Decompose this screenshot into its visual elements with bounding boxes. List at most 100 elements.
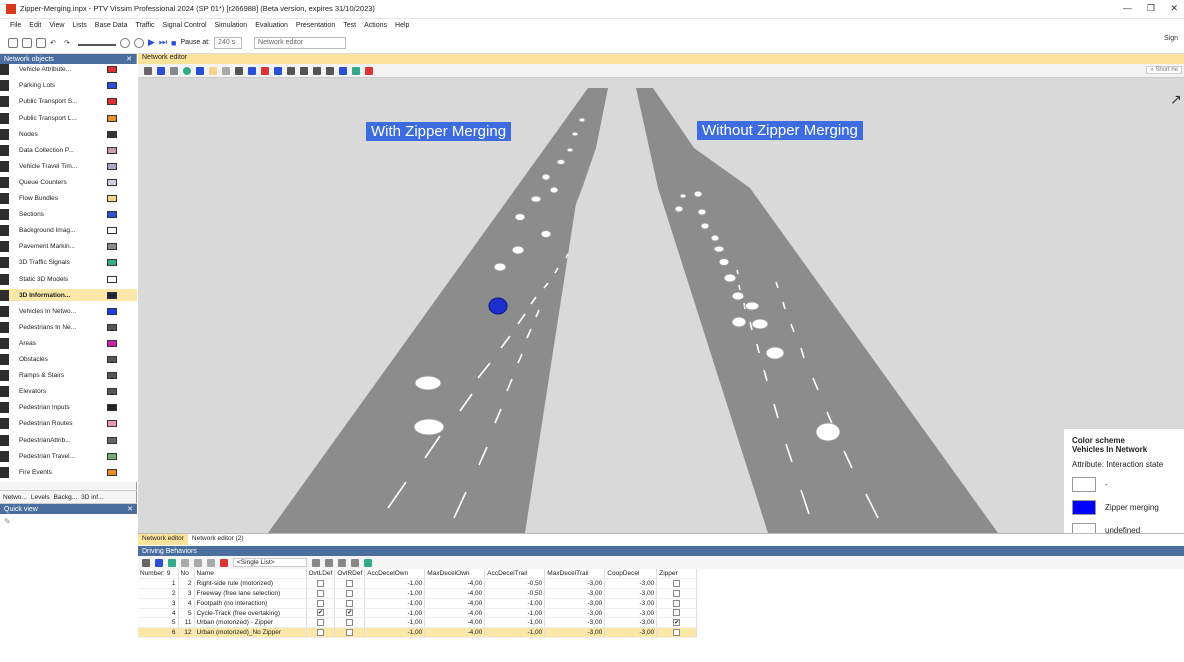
- table-cell[interactable]: 11: [178, 617, 195, 629]
- graphic-parameter-swatch[interactable]: [107, 130, 117, 138]
- checkbox[interactable]: ✔: [346, 609, 354, 617]
- zoom-extents-icon[interactable]: [261, 66, 269, 75]
- hand-icon[interactable]: [235, 66, 243, 75]
- network-object-item[interactable]: Static 3D Models: [0, 273, 137, 285]
- checkbox-cell[interactable]: [334, 598, 366, 609]
- column-header[interactable]: AccDecelTrail: [484, 569, 546, 580]
- menu-item-evaluation[interactable]: Evaluation: [255, 22, 288, 29]
- screenshot-icon[interactable]: [365, 66, 373, 75]
- network-object-item[interactable]: Pedestrian Travel...: [0, 450, 137, 462]
- speed-slider[interactable]: [78, 40, 116, 46]
- signal-settings-icon[interactable]: [134, 37, 144, 48]
- checkbox[interactable]: [316, 589, 324, 597]
- graphic-parameter-swatch[interactable]: [107, 339, 117, 347]
- checkbox-cell[interactable]: ✔: [306, 608, 336, 619]
- graphic-parameter-swatch[interactable]: [107, 404, 117, 412]
- graphic-parameter-swatch[interactable]: [107, 291, 117, 299]
- table-cell[interactable]: -4,00: [424, 598, 486, 609]
- column-header[interactable]: Name: [194, 569, 307, 580]
- undo-icon[interactable]: ↶: [50, 39, 60, 47]
- short-help-button[interactable]: » Short he: [1146, 66, 1182, 74]
- zoom-icon[interactable]: [248, 66, 256, 75]
- forward-icon[interactable]: [313, 66, 321, 75]
- open-file-icon[interactable]: [22, 37, 32, 48]
- stop-icon[interactable]: ■: [171, 38, 176, 48]
- table-cell[interactable]: -3,00: [544, 627, 606, 639]
- table-cell[interactable]: 4: [178, 598, 195, 609]
- checkbox-cell[interactable]: [334, 627, 366, 639]
- checkbox[interactable]: [346, 619, 354, 627]
- checkbox[interactable]: ✔: [316, 609, 324, 617]
- quick-view-close-icon[interactable]: ✕: [127, 505, 133, 513]
- edit-icon[interactable]: [155, 558, 163, 567]
- table-cell[interactable]: -3,00: [604, 617, 658, 629]
- table-cell[interactable]: -1,00: [364, 598, 426, 609]
- export-icon[interactable]: [325, 558, 333, 567]
- copy-icon[interactable]: [209, 66, 217, 75]
- column-header[interactable]: No: [178, 569, 195, 580]
- table-cell[interactable]: -3,00: [604, 578, 658, 590]
- graphic-parameter-swatch[interactable]: [107, 323, 117, 331]
- checkbox-cell[interactable]: [334, 578, 366, 590]
- table-cell[interactable]: -3,00: [544, 617, 606, 629]
- checkbox-cell[interactable]: ✔: [656, 617, 698, 629]
- checkbox-cell[interactable]: [306, 588, 336, 599]
- checkbox[interactable]: [346, 580, 354, 588]
- table-cell[interactable]: -1,00: [484, 608, 546, 619]
- network-object-item[interactable]: 3D Information...: [0, 289, 137, 301]
- table-cell[interactable]: -0,50: [484, 578, 546, 590]
- menu-item-traffic[interactable]: Traffic: [135, 22, 154, 29]
- maximize-icon[interactable]: ❐: [1147, 3, 1155, 14]
- menu-item-lists[interactable]: Lists: [72, 22, 86, 29]
- graphic-parameter-swatch[interactable]: [107, 146, 117, 154]
- network-object-item[interactable]: Vehicle Travel Tim...: [0, 160, 137, 173]
- left-tab[interactable]: Levels: [31, 494, 50, 501]
- sign-in-button[interactable]: Sign: [1164, 35, 1178, 42]
- table-cell[interactable]: -4,00: [424, 627, 486, 639]
- minimize-icon[interactable]: —: [1123, 3, 1132, 13]
- network-object-item[interactable]: Pedestrian Routes: [0, 418, 137, 430]
- table-cell[interactable]: 5: [178, 608, 195, 619]
- table-cell[interactable]: 3: [178, 588, 195, 599]
- checkbox-cell[interactable]: ✔: [334, 608, 366, 619]
- table-row[interactable]: 3 4 Footpath (no interaction) -1,00 -4,00 -1,…: [138, 598, 698, 609]
- column-header[interactable]: Number: 9: [138, 569, 179, 580]
- graphic-parameter-swatch[interactable]: [107, 98, 117, 106]
- graphic-parameter-swatch[interactable]: [107, 82, 117, 90]
- table-cell[interactable]: -4,00: [424, 617, 486, 629]
- network-object-item[interactable]: Elevators: [0, 386, 137, 398]
- table-cell[interactable]: -3,00: [544, 608, 606, 619]
- menu-item-file[interactable]: File: [10, 22, 21, 29]
- panel-pin-icon[interactable]: ✕: [126, 55, 132, 63]
- table-cell[interactable]: Right-side rule (motorized): [194, 578, 307, 590]
- table-row[interactable]: 4 5 Cycle-Track (free overtaking) ✔ ✔ -1,00 -4…: [138, 608, 698, 619]
- table-cell[interactable]: 1: [138, 578, 179, 590]
- sort-ascending-icon[interactable]: [194, 558, 202, 567]
- network-object-item[interactable]: Ramps & Stairs: [0, 370, 137, 382]
- table-cell[interactable]: 3: [138, 598, 179, 609]
- table-cell[interactable]: -1,00: [364, 608, 426, 619]
- table-cell[interactable]: -3,00: [604, 598, 658, 609]
- play-icon[interactable]: ▶: [148, 37, 155, 48]
- table-cell[interactable]: -3,00: [544, 588, 606, 599]
- graphic-parameter-swatch[interactable]: [107, 259, 117, 267]
- graphic-parameter-swatch[interactable]: [107, 356, 117, 364]
- select-icon[interactable]: [144, 66, 152, 75]
- checkbox[interactable]: [346, 599, 354, 607]
- column-header[interactable]: OvtLDef: [306, 569, 336, 580]
- graphic-parameter-swatch[interactable]: [107, 420, 117, 428]
- checkbox[interactable]: [316, 580, 324, 588]
- table-cell[interactable]: -1,00: [364, 588, 426, 599]
- table-row[interactable]: 1 2 Right-side rule (motorized) -1,00 -4,00-…: [138, 578, 698, 590]
- redo-icon[interactable]: ↷: [64, 39, 74, 47]
- menu-item-presentation[interactable]: Presentation: [296, 22, 335, 29]
- step-icon[interactable]: ⏭: [159, 37, 167, 48]
- network-object-item[interactable]: Pavement Markin...: [0, 241, 137, 253]
- menu-item-actions[interactable]: Actions: [364, 22, 387, 29]
- table-cell[interactable]: -1,00: [484, 627, 546, 639]
- graphic-parameter-swatch[interactable]: [107, 211, 117, 219]
- left-tab[interactable]: Netwo...: [3, 494, 27, 501]
- column-header[interactable]: MaxDecelTrail: [544, 569, 606, 580]
- network-object-item[interactable]: Pedestrians In Ne...: [0, 321, 137, 334]
- checkbox[interactable]: ✔: [673, 619, 681, 627]
